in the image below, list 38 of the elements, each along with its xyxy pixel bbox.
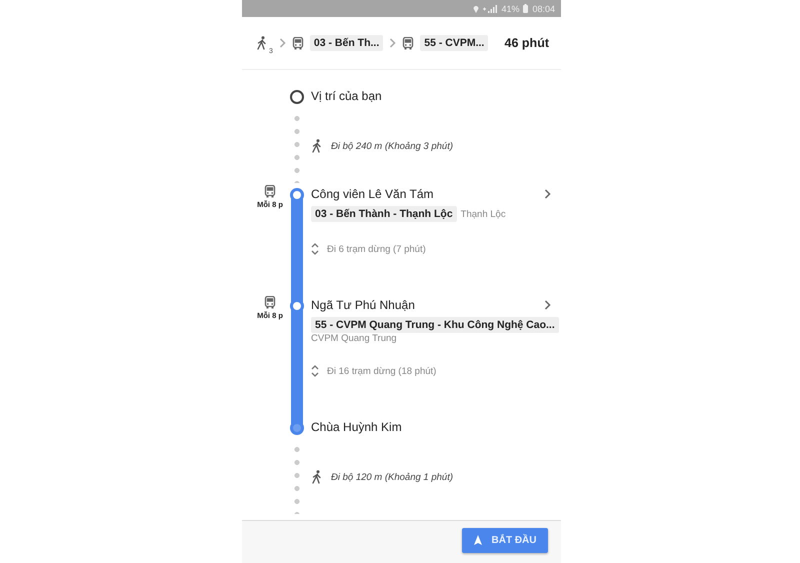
stop-name: Vị trí của bạn (311, 89, 382, 103)
bus-icon (264, 296, 276, 309)
stops-count: Đi 16 trạm dừng (18 phút) (327, 366, 436, 376)
trip-duration: 46 phút (504, 36, 549, 50)
signal-icon (483, 4, 498, 12)
bus-icon (402, 36, 414, 50)
bus-icon (292, 36, 304, 50)
stop-name: Chùa Huỳnh Kim (311, 420, 402, 434)
chevron-icon (389, 38, 396, 48)
route-direction: CVPM Quang Trung (311, 333, 397, 344)
battery-icon (523, 4, 528, 13)
location-icon (473, 4, 480, 12)
bus-icon (264, 185, 276, 198)
chevron-icon (278, 38, 286, 48)
stop-marker (290, 90, 304, 104)
walking-icon (256, 36, 268, 50)
route-chip: 55 - CVPM... (420, 35, 488, 51)
chevron-icon[interactable] (544, 189, 551, 199)
start-button[interactable]: BẮT ĐẦU (462, 528, 548, 552)
route-chip: 03 - Bến Thành - Thạnh Lộc (311, 206, 457, 222)
stop-marker (290, 421, 304, 435)
walking-icon (311, 470, 323, 484)
walking-directions: Đi bộ 240 m (Khoảng 3 phút) (331, 140, 453, 152)
walking-icon (311, 139, 323, 153)
stop-marker (290, 188, 304, 202)
stop-name: Công viên Lê Văn Tám (311, 187, 434, 201)
stop-name: Ngã Tư Phú Nhuận (311, 298, 415, 312)
route-direction: Thạnh Lộc (460, 208, 506, 220)
walking-directions: Đi bộ 120 m (Khoảng 1 phút) (331, 472, 453, 482)
route-chip: 03 - Bến Th... (310, 35, 384, 51)
navigation-icon (474, 535, 482, 545)
expand-icon[interactable] (311, 364, 319, 378)
expand-icon[interactable] (311, 242, 319, 256)
route-chip: 55 - CVPM Quang Trung - Khu Công Nghệ Cao... (311, 317, 559, 333)
battery-percentage: 41% (501, 4, 520, 14)
clock: 08:04 (532, 4, 555, 14)
chevron-icon[interactable] (544, 300, 551, 310)
stops-count: Đi 6 trạm dừng (7 phút) (327, 244, 426, 254)
